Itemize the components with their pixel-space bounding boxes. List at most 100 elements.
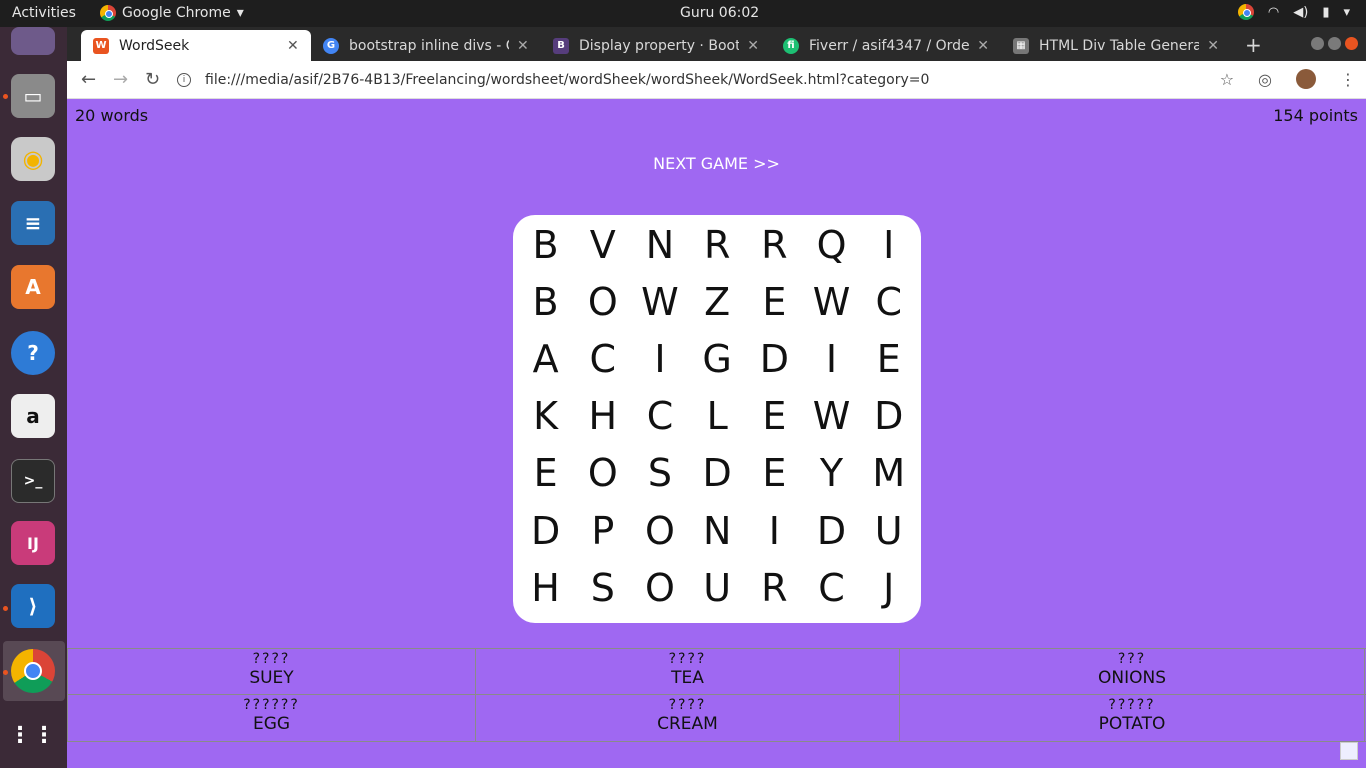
files-app-icon[interactable]: ▭	[11, 74, 55, 118]
letter-grid[interactable]: BVNRRQIBOWZEWCACIGDIEKHCLEWDEOSDEYMDPONI…	[517, 215, 917, 615]
new-tab-button[interactable]: +	[1245, 33, 1262, 57]
chrome-app-icon[interactable]	[11, 649, 55, 693]
mail-app-icon[interactable]	[11, 27, 55, 55]
close-icon[interactable]: ✕	[1207, 38, 1219, 54]
letter-cell[interactable]: H	[517, 559, 574, 616]
bookmark-star-icon[interactable]: ☆	[1220, 70, 1234, 89]
letter-cell[interactable]: R	[746, 216, 803, 273]
letter-cell[interactable]: D	[517, 502, 574, 559]
close-icon[interactable]: ✕	[747, 38, 759, 54]
amazon-app-icon[interactable]: a	[11, 394, 55, 438]
letter-cell[interactable]: G	[689, 330, 746, 387]
back-arrow-icon[interactable]: ←	[81, 69, 96, 90]
chrome-tray-icon[interactable]	[1237, 4, 1254, 20]
letter-cell[interactable]: N	[631, 216, 688, 273]
running-indicator	[3, 670, 8, 675]
letter-cell[interactable]: Y	[803, 445, 860, 502]
letter-cell[interactable]: S	[574, 559, 631, 616]
vscode-app-icon[interactable]: ⟩	[11, 584, 55, 628]
letter-cell[interactable]: B	[517, 273, 574, 330]
letter-cell[interactable]: E	[517, 445, 574, 502]
letter-cell[interactable]: E	[746, 388, 803, 445]
letter-cell[interactable]: E	[860, 330, 917, 387]
forward-arrow-icon[interactable]: →	[113, 69, 128, 90]
clue-word: EGG	[252, 714, 291, 734]
activities-button[interactable]: Activities	[12, 5, 76, 21]
tab-fiverr[interactable]: fi Fiverr / asif4347 / Orders ✕	[771, 30, 1001, 61]
letter-cell[interactable]: Q	[803, 216, 860, 273]
letter-cell[interactable]: C	[803, 559, 860, 616]
letter-cell[interactable]: P	[574, 502, 631, 559]
letter-cell[interactable]: U	[689, 559, 746, 616]
letter-cell[interactable]: E	[746, 273, 803, 330]
letter-cell[interactable]: O	[631, 559, 688, 616]
toolbar-actions: ☆ ◎ ⋮	[1220, 69, 1356, 89]
letter-cell[interactable]: L	[689, 388, 746, 445]
running-indicator	[3, 606, 8, 611]
next-game-label[interactable]: NEXT GAME >>	[653, 154, 780, 173]
letter-cell[interactable]: H	[574, 388, 631, 445]
software-center-icon[interactable]: A	[11, 265, 55, 309]
letter-cell[interactable]: I	[803, 330, 860, 387]
window-close-button[interactable]	[1345, 37, 1358, 50]
letter-cell[interactable]: O	[574, 445, 631, 502]
letter-cell[interactable]: C	[631, 388, 688, 445]
letter-cell[interactable]: I	[631, 330, 688, 387]
menu-kebab-icon[interactable]: ⋮	[1340, 70, 1356, 89]
letter-cell[interactable]: K	[517, 388, 574, 445]
letter-cell[interactable]: A	[517, 330, 574, 387]
letter-cell[interactable]: O	[631, 502, 688, 559]
tab-wordseek[interactable]: W WordSeek ✕	[81, 30, 311, 61]
letter-cell[interactable]: Z	[689, 273, 746, 330]
letter-cell[interactable]: B	[517, 216, 574, 273]
tab-bootstrap-search[interactable]: G bootstrap inline divs - Go ✕	[311, 30, 541, 61]
close-icon[interactable]: ✕	[287, 38, 299, 54]
info-icon[interactable]: i	[177, 73, 191, 87]
next-game-link[interactable]: NEXT GAME >>	[67, 154, 1366, 173]
letter-cell[interactable]: I	[746, 502, 803, 559]
maximize-button[interactable]	[1328, 37, 1341, 50]
letter-cell[interactable]: C	[860, 273, 917, 330]
letter-cell[interactable]: V	[574, 216, 631, 273]
letter-cell[interactable]: R	[746, 559, 803, 616]
letter-cell[interactable]: D	[860, 388, 917, 445]
letter-cell[interactable]: D	[689, 445, 746, 502]
terminal-app-icon[interactable]: >_	[11, 459, 55, 503]
letter-cell[interactable]: D	[803, 502, 860, 559]
extension-icon[interactable]: ◎	[1258, 70, 1272, 89]
avatar[interactable]	[1296, 69, 1316, 89]
letter-cell[interactable]: I	[860, 216, 917, 273]
letter-cell[interactable]: E	[746, 445, 803, 502]
tab-display-property[interactable]: B Display property · Boots ✕	[541, 30, 771, 61]
letter-cell[interactable]: W	[803, 273, 860, 330]
letter-cell[interactable]: N	[689, 502, 746, 559]
clock[interactable]: Guru 06:02	[680, 5, 759, 21]
intellij-app-icon[interactable]: IJ	[11, 521, 55, 565]
system-tray[interactable]: ◠ ◀) ▮ ▾	[1237, 4, 1350, 20]
close-icon[interactable]: ✕	[977, 38, 989, 54]
writer-app-icon[interactable]: ≡	[11, 201, 55, 245]
letter-cell[interactable]: R	[689, 216, 746, 273]
minimize-button[interactable]	[1311, 37, 1324, 50]
letter-cell[interactable]: U	[860, 502, 917, 559]
show-apps-icon[interactable]: ⋮⋮	[9, 713, 55, 757]
letter-cell[interactable]: C	[574, 330, 631, 387]
window-controls	[1311, 37, 1358, 50]
letter-cell[interactable]: M	[860, 445, 917, 502]
letter-cell[interactable]: D	[746, 330, 803, 387]
address-bar[interactable]: i file:///media/asif/2B76-4B13/Freelanci…	[177, 66, 1247, 94]
tab-html-div-table[interactable]: ▦ HTML Div Table Generat ✕	[1001, 30, 1231, 61]
letter-cell[interactable]: J	[860, 559, 917, 616]
help-icon[interactable]: ?	[11, 331, 55, 375]
letter-cell[interactable]: S	[631, 445, 688, 502]
app-menu[interactable]: Google Chrome ▾	[100, 5, 244, 21]
wordseek-page: 20 words 154 points NEXT GAME >> BVNRRQI…	[67, 99, 1366, 768]
letter-cell[interactable]: W	[803, 388, 860, 445]
clue-mask: ???	[1117, 651, 1147, 667]
url-text[interactable]: file:///media/asif/2B76-4B13/Freelancing…	[205, 72, 929, 88]
letter-cell[interactable]: W	[631, 273, 688, 330]
close-icon[interactable]: ✕	[517, 38, 529, 54]
rhythmbox-app-icon[interactable]: ◉	[11, 137, 55, 181]
letter-cell[interactable]: O	[574, 273, 631, 330]
reload-icon[interactable]: ↻	[145, 69, 160, 90]
